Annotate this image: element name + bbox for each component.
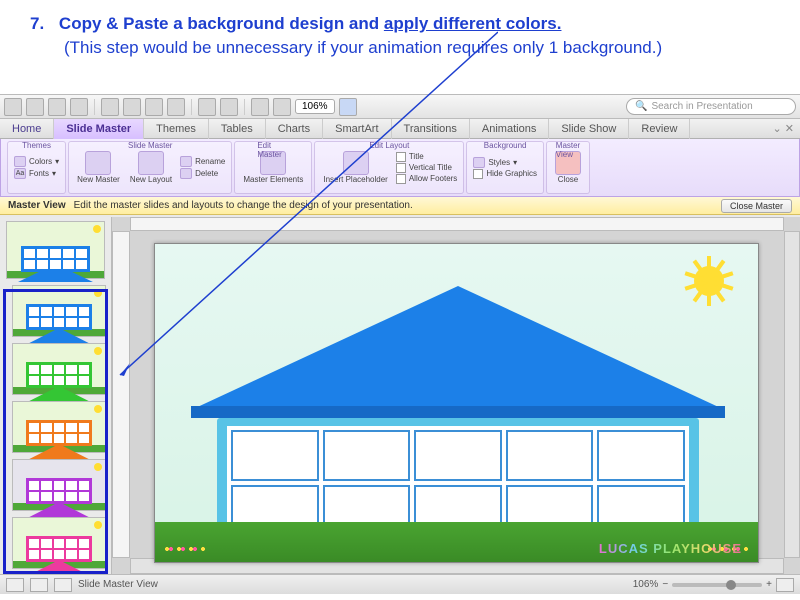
thumbnail-5[interactable] <box>12 459 106 511</box>
copy-icon[interactable] <box>123 98 141 116</box>
bg-styles-button[interactable]: Styles ▾ <box>473 157 537 168</box>
search-input[interactable]: 🔍 Search in Presentation <box>626 98 796 115</box>
grp-slide-master: Slide Master New Master New Layout Renam… <box>68 141 232 194</box>
scrollbar-vertical[interactable] <box>784 231 800 558</box>
grp-master-view: Master View Close <box>546 141 590 194</box>
grp-themes: Themes Colors ▾ AaFonts ▾ <box>7 141 66 194</box>
thumbnail-panel[interactable] <box>0 217 112 574</box>
delete-button[interactable]: Delete <box>180 168 225 179</box>
house-roof <box>191 286 725 410</box>
grp-edit-master: Edit Master Master Elements <box>234 141 312 194</box>
ruler-horizontal <box>130 217 784 231</box>
zoom-selector[interactable]: 106% <box>295 99 335 114</box>
view-show-icon[interactable] <box>54 578 72 592</box>
undo-icon[interactable] <box>198 98 216 116</box>
slideshow-icon[interactable] <box>251 98 269 116</box>
save-icon[interactable] <box>48 98 66 116</box>
allow-footers-checkbox[interactable]: Allow Footers <box>396 174 457 184</box>
grp-edit-layout: Edit Layout Insert Placeholder Title Ver… <box>314 141 464 194</box>
brand-text: LUCAS PLAYHOUSE <box>599 541 742 556</box>
fit-icon[interactable] <box>776 578 794 592</box>
new-layout-button[interactable]: New Layout <box>128 149 174 186</box>
tab-home[interactable]: Home <box>0 119 54 139</box>
rename-button[interactable]: Rename <box>180 156 225 167</box>
master-slide[interactable]: LUCAS PLAYHOUSE <box>154 243 759 563</box>
tab-tables[interactable]: Tables <box>209 119 266 139</box>
tab-slide-master[interactable]: Slide Master <box>54 119 144 139</box>
fonts-button[interactable]: AaFonts ▾ <box>14 168 59 179</box>
thumbnail-4[interactable] <box>12 401 106 453</box>
tab-themes[interactable]: Themes <box>144 119 209 139</box>
thumbnail-2[interactable] <box>12 285 106 337</box>
grp-background: Background Styles ▾ Hide Graphics <box>466 141 544 194</box>
title-checkbox[interactable]: Title <box>396 152 457 162</box>
paste-icon[interactable] <box>145 98 163 116</box>
print-icon[interactable] <box>70 98 88 116</box>
ribbon: Themes Colors ▾ AaFonts ▾ Slide Master N… <box>0 139 800 197</box>
search-icon: 🔍 <box>635 101 647 112</box>
status-bar: Slide Master View 106% − + <box>0 574 800 594</box>
colors-button[interactable]: Colors ▾ <box>14 156 59 167</box>
insert-placeholder-button[interactable]: Insert Placeholder <box>321 149 389 186</box>
format-icon[interactable] <box>167 98 185 116</box>
status-zoom: 106% <box>633 579 659 590</box>
new-master-button[interactable]: New Master <box>75 149 122 186</box>
instruction-text: 7. Copy & Paste a background design and … <box>0 0 800 68</box>
ribbon-tabs: Home Slide Master Themes Tables Charts S… <box>0 119 800 139</box>
hide-graphics-checkbox[interactable]: Hide Graphics <box>473 169 537 179</box>
close-master-bar-button[interactable]: Close Master <box>721 199 792 213</box>
quick-toolbar: 106% 🔍 Search in Presentation <box>0 95 800 119</box>
sun-graphic <box>686 258 732 304</box>
tab-review[interactable]: Review <box>629 119 690 139</box>
status-mode: Slide Master View <box>78 579 158 590</box>
slide-canvas[interactable]: LUCAS PLAYHOUSE <box>112 217 800 574</box>
file-icon[interactable] <box>4 98 22 116</box>
ruler-vertical <box>112 231 130 558</box>
tab-smartart[interactable]: SmartArt <box>323 119 391 139</box>
tab-transitions[interactable]: Transitions <box>392 119 470 139</box>
media-icon[interactable] <box>273 98 291 116</box>
step-number: 7. <box>30 14 44 33</box>
master-view-infobar: Master View Edit the master slides and l… <box>0 197 800 215</box>
help-icon[interactable] <box>339 98 357 116</box>
thumbnail-6[interactable] <box>12 517 106 569</box>
tab-slide-show[interactable]: Slide Show <box>549 119 629 139</box>
open-icon[interactable] <box>26 98 44 116</box>
thumbnail-3[interactable] <box>12 343 106 395</box>
powerpoint-window: 106% 🔍 Search in Presentation Home Slide… <box>0 94 800 594</box>
redo-icon[interactable] <box>220 98 238 116</box>
tab-animations[interactable]: Animations <box>470 119 549 139</box>
view-normal-icon[interactable] <box>6 578 24 592</box>
view-sorter-icon[interactable] <box>30 578 48 592</box>
thumbnail-1[interactable] <box>6 221 105 279</box>
zoom-slider[interactable] <box>672 583 762 587</box>
cut-icon[interactable] <box>101 98 119 116</box>
workspace: LUCAS PLAYHOUSE <box>0 217 800 574</box>
tab-charts[interactable]: Charts <box>266 119 323 139</box>
vertical-title-checkbox[interactable]: Vertical Title <box>396 163 457 173</box>
